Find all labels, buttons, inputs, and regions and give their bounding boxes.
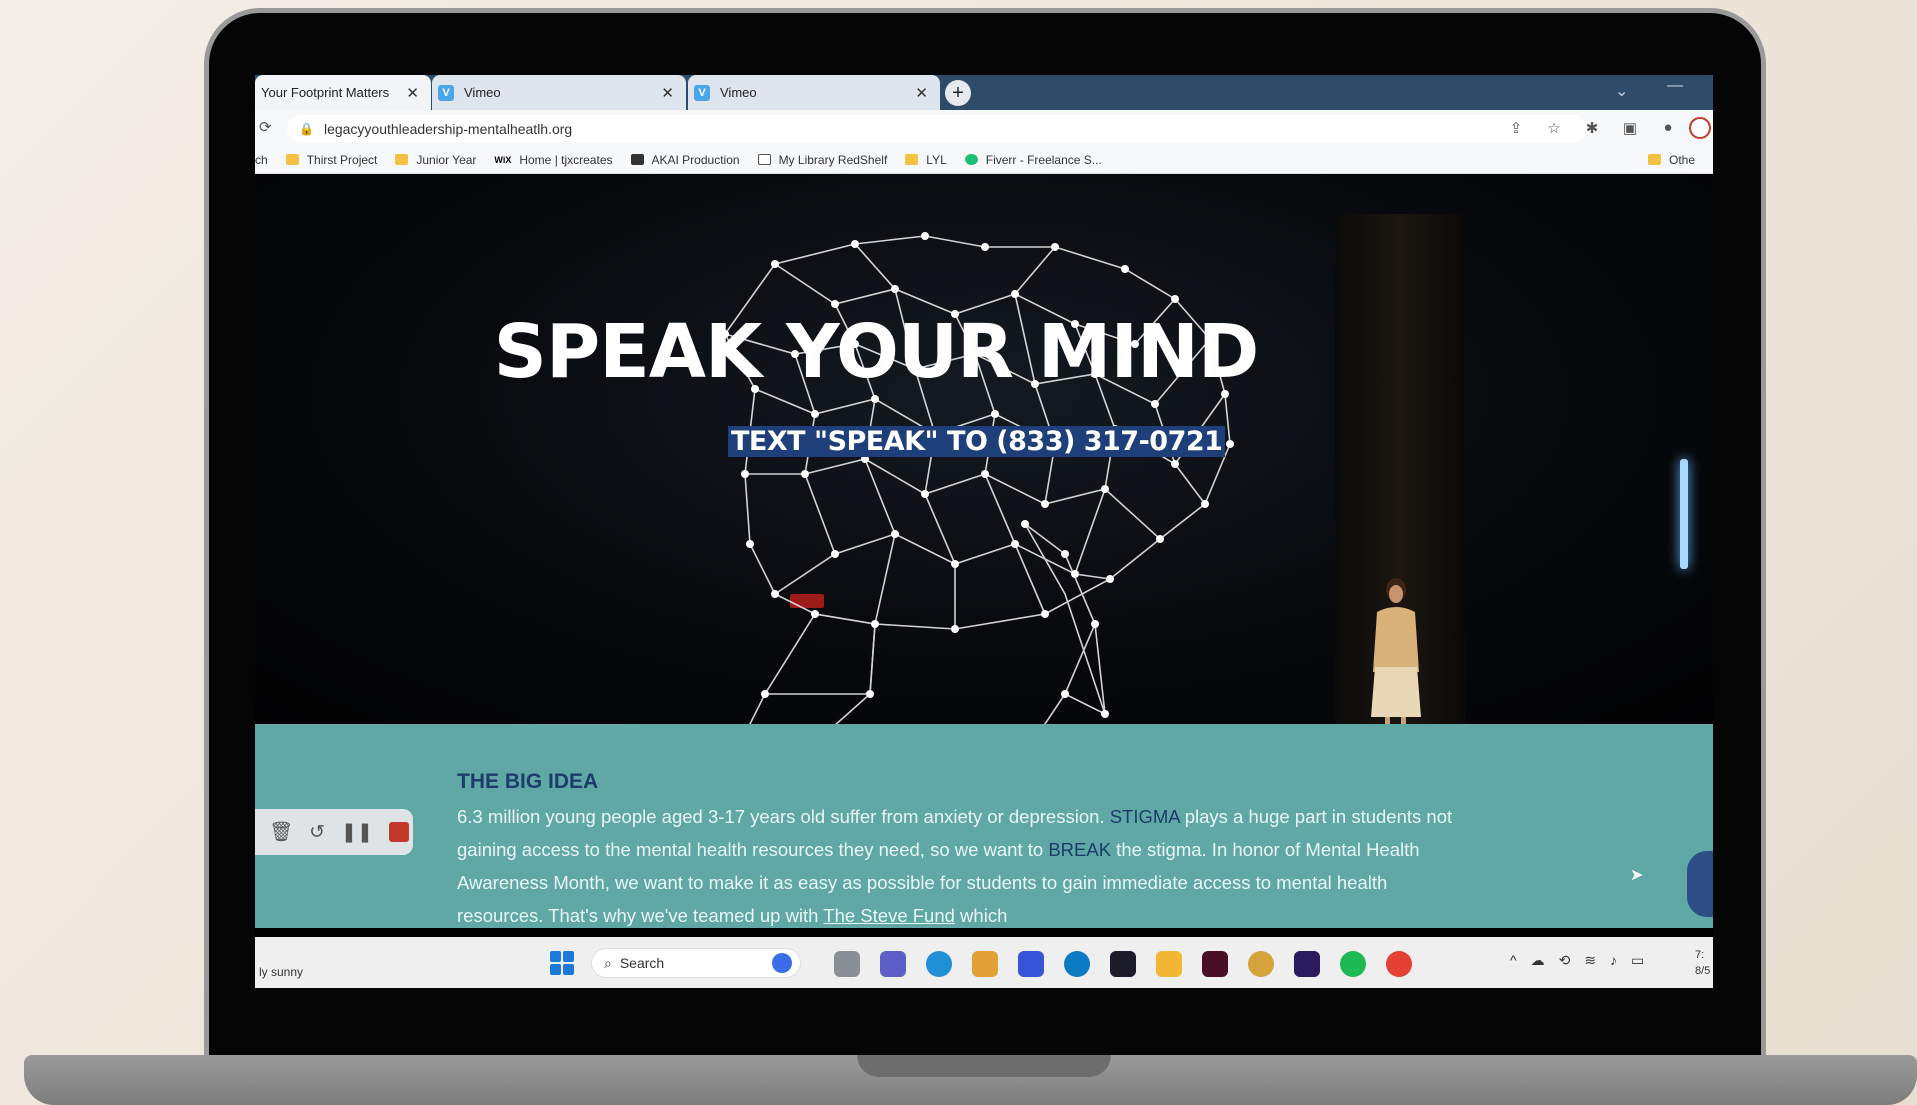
close-icon[interactable]: ✕ bbox=[406, 84, 419, 102]
wifi-icon[interactable]: ≋ bbox=[1584, 952, 1596, 969]
akai-icon bbox=[630, 154, 644, 165]
vimeo-icon: V bbox=[438, 84, 454, 101]
minimize-icon[interactable]: — bbox=[1667, 77, 1683, 95]
chrome-icon-2[interactable] bbox=[1386, 951, 1412, 977]
stop-icon[interactable] bbox=[388, 822, 409, 842]
tab-label: Vimeo bbox=[720, 85, 757, 100]
bookmarks-bar: ch Thirst Project Junior Year WiX Home | … bbox=[255, 146, 1713, 174]
recording-controls: 🗑 ↺ ❚❚ bbox=[255, 809, 413, 855]
premiere-icon[interactable] bbox=[1294, 951, 1320, 977]
bookmark-fiverr[interactable]: Fiverr - Freelance S... bbox=[964, 153, 1102, 167]
chevron-up-icon[interactable]: ^ bbox=[1510, 952, 1517, 969]
big-idea-title: THE BIG IDEA bbox=[457, 770, 599, 793]
edge-icon[interactable] bbox=[926, 951, 952, 977]
lock-icon: 🔒 bbox=[299, 121, 314, 136]
folder-icon bbox=[285, 154, 299, 165]
taskbar-search[interactable]: ⌕ Search bbox=[591, 948, 801, 978]
close-icon[interactable]: ✕ bbox=[915, 84, 928, 102]
wix-icon: WiX bbox=[494, 154, 512, 165]
reload-icon[interactable]: ⟳ bbox=[259, 118, 272, 136]
system-tray: ^ ☁ ⟲ ≋ ♪ ▭ bbox=[1510, 952, 1644, 969]
bookmark-akai[interactable]: AKAI Production bbox=[630, 153, 740, 167]
restart-icon[interactable]: ↺ bbox=[309, 821, 325, 844]
tab-vimeo-1[interactable]: V Vimeo ✕ bbox=[432, 75, 686, 110]
chrome-icon[interactable] bbox=[1248, 951, 1274, 977]
taskbar-apps bbox=[834, 951, 1412, 977]
hero-subtitle: TEXT "SPEAK" TO (833) 317-0721 bbox=[728, 426, 1226, 457]
vimeo-icon: V bbox=[694, 84, 710, 101]
chat-button[interactable] bbox=[1687, 851, 1713, 917]
bookmark-junior-year[interactable]: Junior Year bbox=[395, 153, 476, 167]
spotify-icon[interactable] bbox=[1340, 951, 1366, 977]
windows-taskbar: ly sunny ⌕ Search ^ ☁ ⟲ ≋ ♪ ▭ 7: 8/5 bbox=[255, 937, 1713, 988]
bookmark-redshelf[interactable]: My Library RedShelf bbox=[757, 153, 887, 167]
mouse-cursor-icon: ➤ bbox=[1630, 867, 1644, 884]
tab-vimeo-2[interactable]: V Vimeo ✕ bbox=[688, 75, 940, 110]
trash-icon[interactable]: 🗑 bbox=[269, 820, 293, 844]
taskbar-clock[interactable]: 7: 8/5 bbox=[1695, 947, 1710, 979]
tab-label: Vimeo bbox=[464, 85, 501, 100]
store-icon[interactable] bbox=[972, 951, 998, 977]
big-idea-section: THE BIG IDEA 6.3 million young people ag… bbox=[255, 724, 1713, 928]
bing-icon bbox=[772, 953, 792, 973]
sync-icon[interactable]: ⟲ bbox=[1559, 952, 1571, 969]
browser-toolbar: ⟳ 🔒 legacyyouthleadership-mentalheatlh.o… bbox=[255, 110, 1713, 146]
new-tab-button[interactable]: + bbox=[945, 80, 971, 106]
bookmark-lyl[interactable]: LYL bbox=[905, 153, 947, 167]
url-text: legacyyouthleadership-mentalheatlh.org bbox=[323, 120, 573, 137]
hero-section: SPEAK YOUR MIND TEXT "SPEAK" TO (833) 31… bbox=[255, 174, 1713, 724]
folder-icon bbox=[395, 154, 409, 165]
tab-label: Your Footprint Matters bbox=[261, 85, 390, 100]
folder-icon bbox=[905, 154, 919, 165]
bookmark-tjxcreates[interactable]: WiX Home | tjxcreates bbox=[494, 153, 612, 167]
share-icon[interactable]: ⇪ bbox=[1507, 119, 1525, 137]
bookmark-other[interactable]: Othe bbox=[1647, 153, 1695, 167]
break-highlight: BREAK bbox=[1048, 839, 1112, 860]
toolbar-icons: ⇪ ☆ ✱ ▣ ● bbox=[1507, 119, 1677, 137]
pause-icon[interactable]: ❚❚ bbox=[341, 821, 373, 844]
bookmark-ch[interactable]: ch bbox=[255, 153, 268, 167]
chevron-down-icon[interactable]: ⌄ bbox=[1615, 81, 1628, 101]
affinity-icon[interactable] bbox=[1110, 951, 1136, 977]
indesign-icon[interactable] bbox=[1202, 951, 1228, 977]
weather-widget[interactable]: ly sunny bbox=[259, 965, 303, 979]
side-panel-icon[interactable]: ▣ bbox=[1621, 119, 1639, 137]
hero-title: SPEAK YOUR MIND bbox=[493, 309, 1260, 395]
file-explorer-icon[interactable] bbox=[1156, 951, 1182, 977]
onedrive-icon[interactable]: ☁ bbox=[1531, 952, 1545, 969]
speaker-figure bbox=[1371, 578, 1421, 724]
cortana-icon[interactable] bbox=[1064, 951, 1090, 977]
task-view-icon[interactable] bbox=[834, 951, 860, 977]
search-label: Search bbox=[619, 955, 665, 971]
address-bar[interactable]: 🔒 legacyyouthleadership-mentalheatlh.org bbox=[287, 115, 1587, 142]
fiverr-icon bbox=[964, 154, 978, 165]
document-icon bbox=[757, 154, 771, 165]
steve-fund-link[interactable]: The Steve Fund bbox=[823, 905, 955, 926]
account-icon[interactable]: ● bbox=[1659, 119, 1677, 137]
search-app-icon[interactable] bbox=[1018, 951, 1044, 977]
stigma-highlight: STIGMA bbox=[1109, 806, 1180, 827]
windows-start-icon[interactable] bbox=[550, 951, 574, 975]
bookmark-thirst-project[interactable]: Thirst Project bbox=[285, 153, 377, 167]
teams-icon[interactable] bbox=[880, 951, 906, 977]
star-icon[interactable]: ☆ bbox=[1545, 119, 1563, 137]
folder-icon bbox=[1647, 154, 1661, 165]
tab-footprint[interactable]: Your Footprint Matters ✕ bbox=[255, 75, 431, 110]
tab-bar: Your Footprint Matters ✕ V Vimeo ✕ V Vim… bbox=[255, 75, 1713, 110]
profile-avatar[interactable] bbox=[1689, 117, 1711, 139]
laptop-screen: Your Footprint Matters ✕ V Vimeo ✕ V Vim… bbox=[255, 75, 1713, 988]
extensions-icon[interactable]: ✱ bbox=[1583, 119, 1601, 137]
battery-icon[interactable]: ▭ bbox=[1631, 952, 1644, 969]
big-idea-paragraph: 6.3 million young people aged 3-17 years… bbox=[457, 806, 1453, 926]
volume-icon[interactable]: ♪ bbox=[1610, 952, 1617, 969]
search-icon: ⌕ bbox=[604, 954, 612, 971]
laptop-notch bbox=[857, 1055, 1111, 1077]
close-icon[interactable]: ✕ bbox=[661, 84, 674, 102]
